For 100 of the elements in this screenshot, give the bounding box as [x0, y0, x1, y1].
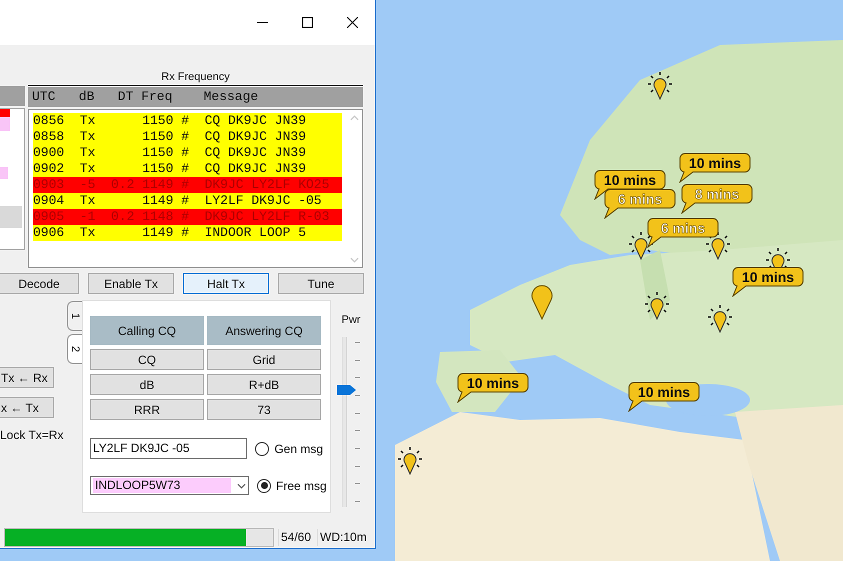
table-cell-text: 0856	[33, 113, 66, 129]
lightbulb-marker-icon	[645, 292, 669, 320]
lightbulb-marker-icon	[708, 305, 732, 333]
table-cell-text: 0902	[33, 161, 66, 177]
table-cell: 0.2	[111, 177, 134, 192]
lightbulb-marker-icon	[706, 232, 730, 260]
time-callout: 8 mins	[681, 184, 753, 214]
table-cell: 1149	[142, 225, 174, 241]
message-button[interactable]: R+dB	[207, 374, 321, 395]
tab[interactable]: 1	[67, 301, 82, 331]
message-row[interactable]: 0858 Tx 1150 # CQ DK9JC JN39	[33, 129, 342, 145]
lightbulb-marker-icon	[398, 447, 422, 475]
table-cell: #	[181, 225, 189, 241]
table-cell: 1149	[142, 177, 174, 193]
scroll-up-icon	[350, 115, 359, 121]
frequency-button[interactable]: Tx ← Rx	[0, 367, 54, 388]
maximize-icon	[302, 17, 313, 28]
checkbox-label[interactable]: Lock Tx=Rx	[0, 427, 64, 442]
scroll-down-icon	[350, 257, 359, 263]
table-cell-text: -5	[80, 177, 96, 193]
location-pin-icon	[530, 284, 554, 320]
action-button[interactable]: Halt Tx	[183, 273, 269, 294]
table-cell-text: Tx	[80, 225, 96, 241]
time-callout: 6 mins	[604, 189, 676, 219]
chevron-down-icon	[237, 482, 246, 488]
column-header: UTC	[32, 88, 56, 106]
table-cell-text: -1	[80, 209, 96, 225]
table-cell: CQ DK9JC JN39	[204, 113, 306, 129]
radio-label: Free msg	[276, 478, 327, 492]
message-button[interactable]: RRR	[90, 399, 204, 420]
table-cell: #	[181, 145, 189, 161]
radio-button[interactable]	[255, 442, 270, 456]
list-row	[0, 167, 8, 179]
message-row[interactable]: 0902 Tx 1150 # CQ DK9JC JN39	[33, 161, 342, 177]
message-button[interactable]: Grid	[207, 349, 321, 370]
message-button[interactable]: dB	[90, 374, 204, 395]
list-row	[0, 117, 10, 131]
time-callout: 6 mins	[647, 218, 719, 248]
radio-label: Gen msg	[274, 442, 323, 456]
table-cell: CQ DK9JC JN39	[204, 145, 306, 161]
table-cell-text: Tx	[80, 161, 96, 177]
message-row[interactable]: 0900 Tx 1150 # CQ DK9JC JN39	[33, 145, 342, 161]
time-callout: 10 mins	[679, 153, 751, 183]
table-cell: 1150	[142, 145, 174, 161]
table-cell: #	[181, 209, 189, 225]
message-dropdown[interactable]: INDLOOP5W73	[90, 476, 249, 495]
table-cell: 1148	[142, 209, 174, 225]
section-title: Rx Frequency	[28, 45, 363, 86]
list-row	[0, 206, 22, 228]
table-cell: #	[181, 113, 189, 129]
table-cell-text: Tx	[80, 193, 96, 209]
tab[interactable]: 2	[67, 334, 82, 364]
column-header: Message	[204, 88, 258, 106]
column-header: DT	[116, 88, 134, 106]
lightbulb-marker-icon	[629, 232, 653, 260]
table-cell: DK9JC LY2LF KO25	[204, 177, 330, 193]
table-cell-text: Tx	[80, 113, 96, 129]
message-row[interactable]: 0906 Tx 1149 # INDOOR LOOP 5	[33, 225, 342, 241]
status-text: WD:10m	[317, 529, 369, 546]
message-button[interactable]: 73	[207, 399, 321, 420]
table-cell: #	[181, 129, 189, 145]
table-cell: 1149	[142, 193, 174, 209]
table-cell-text: 0858	[33, 129, 66, 145]
slider-label: Pwr	[342, 314, 360, 326]
close-icon	[347, 17, 358, 28]
lightbulb-marker-icon	[648, 72, 672, 100]
table-cell: #	[181, 161, 189, 177]
table-cell-text: 0906	[33, 225, 66, 241]
table-cell: INDOOR LOOP 5	[204, 225, 306, 241]
radio-button[interactable]	[257, 478, 271, 492]
status-text: 54/60	[278, 529, 314, 546]
table-cell: 0.2	[111, 209, 134, 224]
table-cell: 1150	[142, 113, 174, 129]
table-cell: CQ DK9JC JN39	[204, 161, 306, 177]
column-header	[0, 86, 25, 106]
column-header: dB	[78, 88, 96, 106]
message-row[interactable]: 0904 Tx 1149 # LY2LF DK9JC -05	[33, 193, 342, 209]
table-cell-text: 0903	[33, 177, 66, 193]
table-cell-text: 0904	[33, 193, 66, 209]
table-cell: LY2LF DK9JC -05	[204, 193, 322, 209]
time-callout: 10 mins	[628, 382, 700, 412]
table-cell: #	[181, 193, 189, 209]
table-cell: 1150	[142, 161, 174, 177]
table-cell: 1150	[142, 129, 174, 145]
frequency-button[interactable]: x ← Tx	[0, 397, 54, 418]
slider-thumb[interactable]	[336, 384, 356, 396]
table-cell-text: Tx	[80, 129, 96, 145]
message-button[interactable]: CQ	[90, 349, 204, 370]
action-button[interactable]: Tune	[278, 273, 364, 294]
message-field[interactable]: LY2LF DK9JC -05	[90, 438, 248, 459]
table-cell: DK9JC LY2LF R-03	[204, 209, 330, 225]
grid-header: Answering CQ	[207, 316, 321, 345]
action-button[interactable]: Decode	[0, 273, 79, 294]
grid-header: Calling CQ	[90, 316, 204, 345]
time-callout: 10 mins	[732, 267, 804, 297]
table-cell: #	[181, 177, 189, 193]
table-cell-text: Tx	[80, 145, 96, 161]
action-button[interactable]: Enable Tx	[88, 273, 174, 294]
table-cell-text: 0900	[33, 145, 66, 161]
message-row[interactable]: 0856 Tx 1150 # CQ DK9JC JN39	[33, 113, 342, 129]
